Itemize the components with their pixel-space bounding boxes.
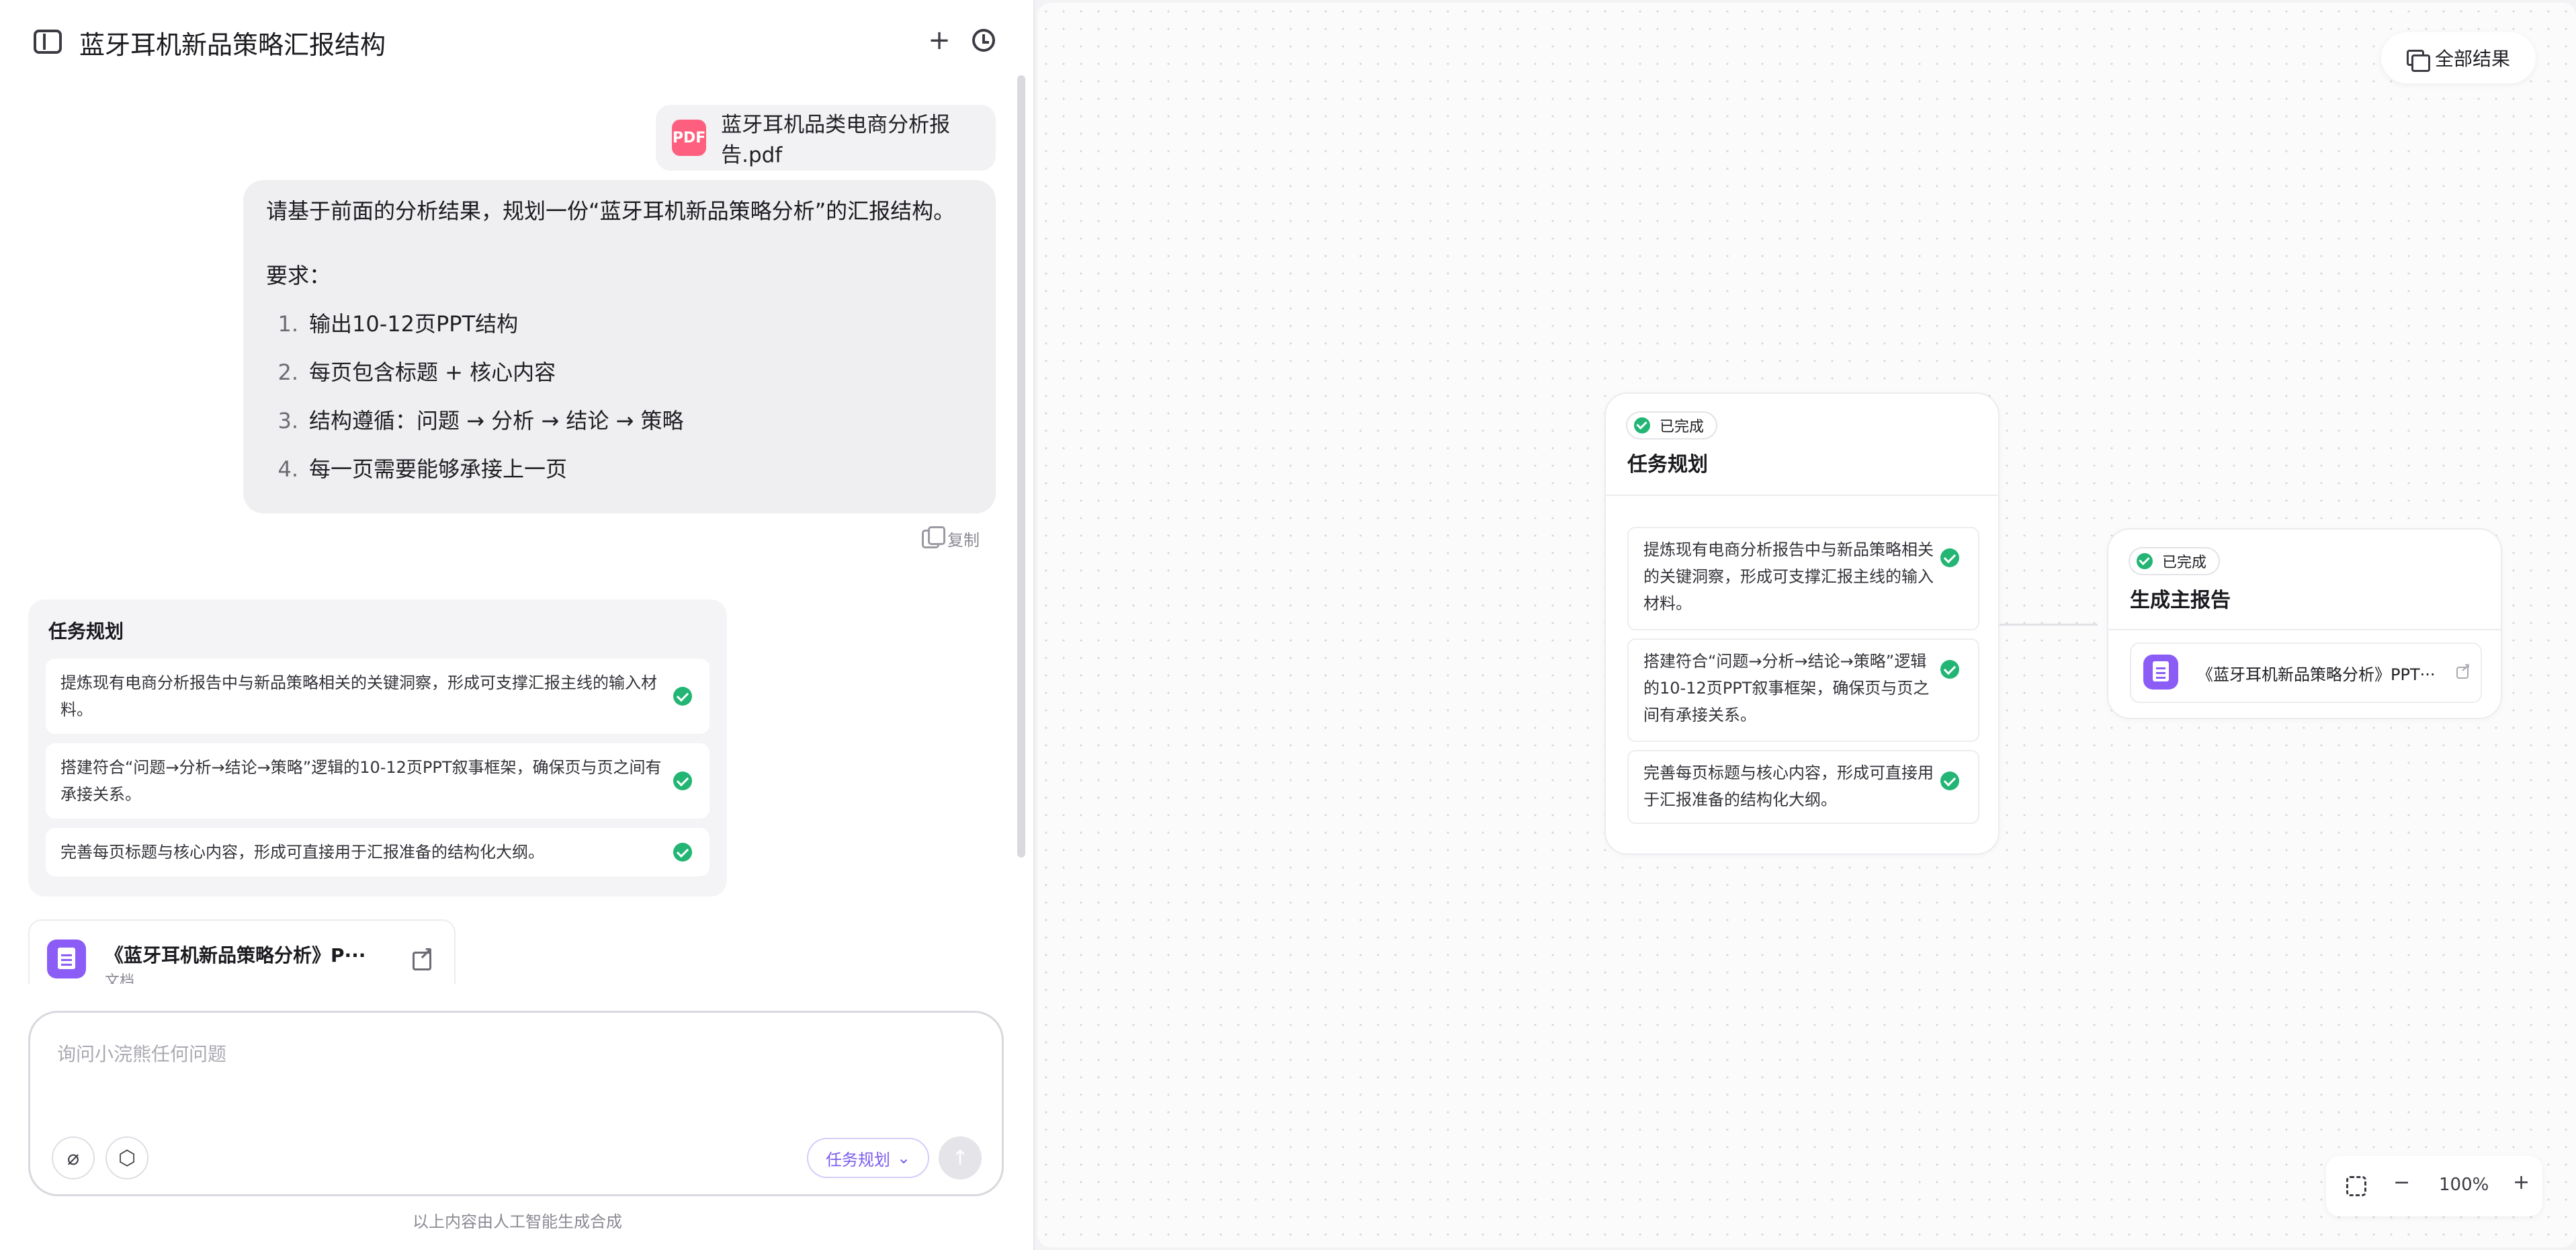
check-circle-icon: [1940, 548, 1959, 567]
attached-file-chip[interactable]: PDF 蓝牙耳机品类电商分析报告.pdf: [656, 105, 996, 171]
task-item: 搭建符合“问题→分析→结论→策略”逻辑的10-12页PPT叙事框架，确保页与页之…: [46, 743, 710, 819]
report-document-item[interactable]: 《蓝牙耳机新品策略分析》PPT···: [2130, 642, 2482, 703]
list-item: 1. 输出10-12页PPT结构: [277, 311, 519, 337]
new-chat-icon[interactable]: +: [925, 25, 954, 56]
task-item-text: 完善每页标题与核心内容，形成可直接用于汇报准备的结构化大纲。: [60, 843, 544, 862]
history-icon[interactable]: [969, 26, 998, 55]
chat-scrollbar[interactable]: [1017, 75, 1025, 858]
mode-selector[interactable]: 任务规划 ⌄: [807, 1138, 929, 1178]
open-external-icon[interactable]: [413, 944, 433, 970]
task-plan-title: 任务规划: [48, 620, 124, 642]
document-type: 文档: [105, 973, 135, 984]
ai-disclaimer: 以上内容由人工智能生成合成: [413, 1212, 622, 1231]
sidebar-toggle-icon[interactable]: [34, 30, 62, 54]
list-item: 3. 结构遵循：问题 → 分析 → 结论 → 策略: [277, 408, 684, 433]
node-title: 生成主报告: [2130, 589, 2231, 612]
chat-header: 蓝牙耳机新品策略汇报结构 +: [0, 0, 1035, 81]
user-message-line: 要求：: [266, 263, 331, 288]
workflow-canvas[interactable]: 全部结果 已完成 任务规划 提炼现有电商分析报告中与新品策略相关的关键洞察，形成…: [1037, 3, 2576, 1247]
layers-icon: [2406, 50, 2430, 72]
all-results-button[interactable]: 全部结果: [2381, 32, 2536, 83]
zoom-in-icon[interactable]: +: [2513, 1171, 2530, 1194]
check-circle-icon: [1940, 772, 1959, 790]
node-task-text: 完善每页标题与核心内容，形成可直接用于汇报准备的结构化大纲。: [1643, 763, 1934, 809]
user-message-bubble: 请基于前面的分析结果，规划一份“蓝牙耳机新品策略分析”的汇报结构。 要求： 1.…: [243, 180, 996, 513]
report-document-title: 《蓝牙耳机新品策略分析》PPT···: [2197, 665, 2436, 684]
copy-label: 复制: [947, 531, 980, 550]
mode-label: 任务规划: [825, 1150, 890, 1169]
document-card[interactable]: 《蓝牙耳机新品策略分析》P··· 文档: [28, 919, 456, 984]
status-badge: 已完成: [1626, 411, 1718, 440]
node-task-text: 搭建符合“问题→分析→结论→策略”逻辑的10-12页PPT叙事框架，确保页与页之…: [1643, 652, 1930, 724]
status-label: 已完成: [2162, 554, 2207, 571]
pdf-icon: PDF: [672, 120, 707, 156]
node-task-item: 搭建符合“问题→分析→结论→策略”逻辑的10-12页PPT叙事框架，确保页与页之…: [1627, 638, 1979, 742]
list-item: 4. 每一页需要能够承接上一页: [277, 456, 568, 482]
zoom-controls: − 100% +: [2326, 1156, 2542, 1216]
node-task-text: 提炼现有电商分析报告中与新品策略相关的关键洞察，形成可支撑汇报主线的输入材料。: [1643, 540, 1934, 613]
chat-input-placeholder[interactable]: 询问小浣熊任何问题: [57, 1040, 226, 1067]
attached-file-name: 蓝牙耳机品类电商分析报告.pdf: [721, 113, 951, 167]
node-title: 任务规划: [1627, 453, 1708, 476]
list-item: 2. 每页包含标题 + 核心内容: [277, 360, 556, 385]
status-label: 已完成: [1660, 419, 1705, 435]
document-icon: [2143, 655, 2178, 690]
fit-view-icon[interactable]: [2346, 1176, 2366, 1196]
chevron-down-icon: ⌄: [896, 1149, 911, 1167]
report-node[interactable]: 已完成 生成主报告 《蓝牙耳机新品策略分析》PPT···: [2107, 528, 2502, 719]
task-item: 完善每页标题与核心内容，形成可直接用于汇报准备的结构化大纲。: [46, 828, 710, 876]
attach-icon[interactable]: ⌀: [52, 1136, 95, 1179]
user-message-line: 请基于前面的分析结果，规划一份“蓝牙耳机新品策略分析”的汇报结构。: [266, 198, 955, 224]
check-circle-icon: [1634, 417, 1650, 433]
copy-icon: [922, 526, 945, 548]
check-circle-icon: [673, 843, 692, 862]
node-task-item: 完善每页标题与核心内容，形成可直接用于汇报准备的结构化大纲。: [1627, 750, 1979, 824]
chat-input-box[interactable]: 询问小浣熊任何问题 ⌀ ⬡ 任务规划 ⌄ ↑: [28, 1011, 1004, 1196]
send-icon[interactable]: ↑: [939, 1136, 982, 1179]
all-results-label: 全部结果: [2434, 48, 2510, 70]
box-icon[interactable]: ⬡: [105, 1136, 148, 1179]
node-task-list: 提炼现有电商分析报告中与新品策略相关的关键洞察，形成可支撑汇报主线的输入材料。 …: [1627, 527, 1979, 832]
task-item: 提炼现有电商分析报告中与新品策略相关的关键洞察，形成可支撑汇报主线的输入材料。: [46, 659, 710, 734]
document-icon: [47, 940, 86, 978]
conversation-title: 蓝牙耳机新品策略汇报结构: [79, 30, 386, 60]
task-plan-card: 任务规划 提炼现有电商分析报告中与新品策略相关的关键洞察，形成可支撑汇报主线的输…: [28, 599, 727, 897]
zoom-level: 100%: [2439, 1175, 2489, 1195]
open-external-icon[interactable]: [2456, 661, 2471, 679]
document-title: 《蓝牙耳机新品策略分析》P···: [105, 944, 366, 966]
copy-button[interactable]: 复制: [922, 526, 980, 550]
check-circle-icon: [673, 772, 692, 790]
check-circle-icon: [673, 687, 692, 706]
check-circle-icon: [1940, 660, 1959, 679]
zoom-out-icon[interactable]: −: [2393, 1171, 2410, 1194]
task-item-text: 搭建符合“问题→分析→结论→策略”逻辑的10-12页PPT叙事框架，确保页与页之…: [60, 758, 662, 804]
task-item-text: 提炼现有电商分析报告中与新品策略相关的关键洞察，形成可支撑汇报主线的输入材料。: [60, 673, 657, 719]
node-task-item: 提炼现有电商分析报告中与新品策略相关的关键洞察，形成可支撑汇报主线的输入材料。: [1627, 527, 1979, 630]
status-badge: 已完成: [2129, 547, 2221, 575]
chat-panel: 蓝牙耳机新品策略汇报结构 + PDF 蓝牙耳机品类电商分析报告.pdf 请基于前…: [0, 0, 1035, 1250]
node-connector: [2000, 624, 2098, 626]
check-circle-icon: [2137, 553, 2153, 569]
requirements-list: 1. 输出10-12页PPT结构 2. 每页包含标题 + 核心内容 3. 结构遵循：问…: [266, 308, 973, 485]
task-plan-node[interactable]: 已完成 任务规划 提炼现有电商分析报告中与新品策略相关的关键洞察，形成可支撑汇报…: [1604, 392, 2000, 855]
